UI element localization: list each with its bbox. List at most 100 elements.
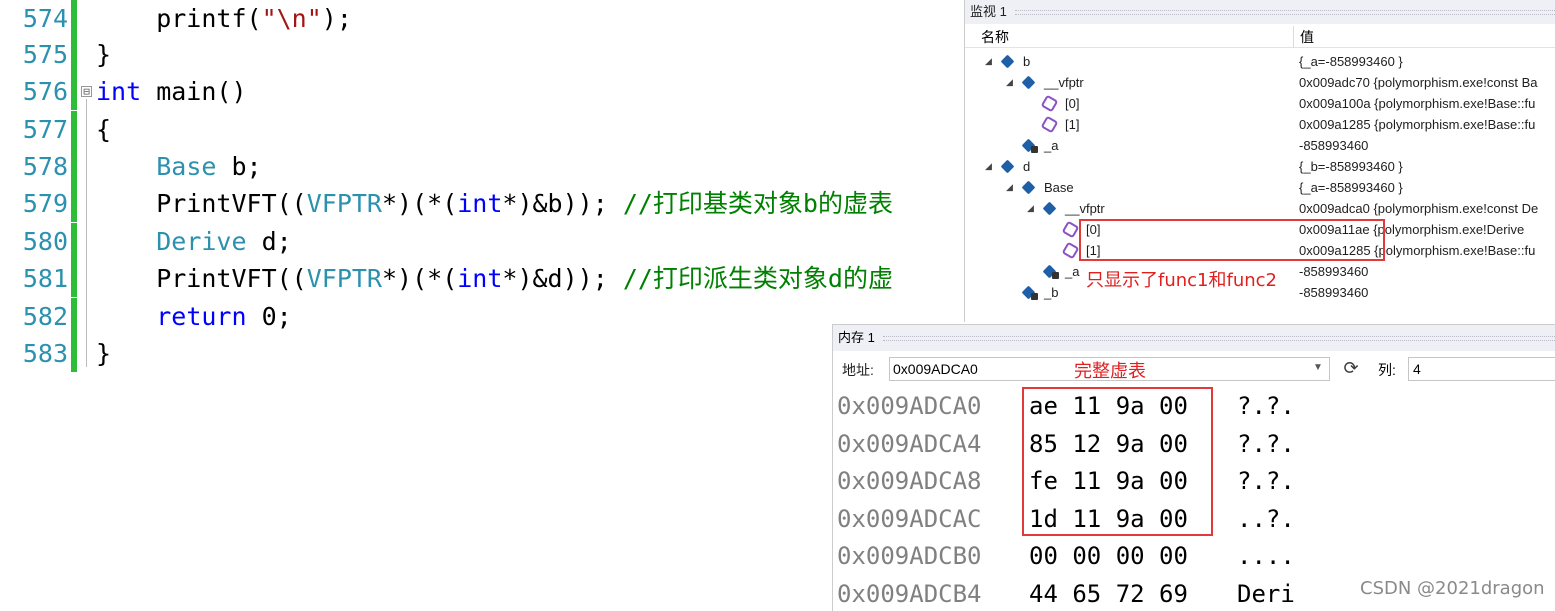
object-icon [1021,75,1036,90]
code-token: PrintVFT(( [96,189,307,218]
line-number: 576 [22,77,68,106]
code-token: PrintVFT(( [96,264,307,293]
memory-row[interactable]: 0x009ADCB0 00 00 00 00.... [833,538,1555,575]
code-token: int [96,77,142,106]
line-number: 578 [22,152,68,181]
change-marker [71,0,77,37]
lock-icon [1031,293,1038,300]
watch-row[interactable]: ◢ __vfptr 0x009adc70 {polymorphism.exe!con… [965,72,1555,93]
columns-input[interactable]: 4 [1408,357,1555,381]
watch-name: __vfptr [1065,201,1105,216]
watch-value[interactable]: -858993460 [1299,261,1555,282]
watch-value[interactable]: {_a=-858993460 } [1299,51,1555,72]
column-header-name[interactable]: 名称 [981,26,1009,48]
change-marker [71,298,77,335]
memory-address: 0x009ADCB4 [837,579,982,608]
watch-value[interactable]: 0x009a1285 {polymorphism.exe!Base::fu [1299,114,1555,135]
highlight-box-memory [1022,387,1213,536]
code-token: ); [321,4,352,33]
title-grip [882,335,1555,341]
memory-ascii: ?.?. [1237,429,1295,458]
column-header-value[interactable]: 值 [1300,26,1314,48]
expand-toggle-icon[interactable]: ◢ [1006,72,1013,93]
code-token: printf( [96,4,262,33]
expand-toggle-icon[interactable]: ◢ [985,156,992,177]
watch-value[interactable]: -858993460 [1299,135,1555,156]
memory-ascii: ?.?. [1237,392,1295,420]
code-token: 0; [246,302,292,331]
watch-name: d [1023,159,1031,174]
watch-name: _a [1044,138,1059,153]
code-token: int [457,264,503,293]
change-marker [71,148,77,185]
code-text[interactable]: } [96,335,111,372]
expand-toggle-icon[interactable]: ◢ [1006,177,1013,198]
watch-row[interactable]: [0] 0x009a100a {polymorphism.exe!Base::fu [965,93,1555,114]
code-token: return [156,302,247,331]
memory-title-bar[interactable]: 内存 1 [833,325,1555,351]
watch-row[interactable]: _a -858993460 [965,135,1555,156]
code-text[interactable]: printf("\n"); [96,0,352,37]
watch-row[interactable]: ◢ Base {_a=-858993460 } [965,177,1555,198]
expand-toggle-icon[interactable]: ◢ [1027,198,1034,219]
column-separator[interactable] [1293,26,1294,48]
expand-toggle-icon[interactable]: ◢ [985,51,992,72]
code-token: Derive [156,227,247,256]
watch-row[interactable]: [1] 0x009a1285 {polymorphism.exe!Base::fu [965,114,1555,135]
refresh-icon[interactable]: ⟳ [1341,358,1361,378]
memory-bytes: 44 65 72 69 [1029,579,1188,608]
change-marker [71,73,77,110]
code-text[interactable]: return 0; [96,298,292,335]
code-token: VFPTR [306,189,382,218]
code-text[interactable]: { [96,111,111,148]
code-token: VFPTR [306,264,382,293]
line-number: 579 [22,189,68,218]
code-token: *)&d)); [502,264,623,293]
watch-value[interactable]: {_a=-858993460 } [1299,177,1555,198]
watch-row[interactable]: ◢ d {_b=-858993460 } [965,156,1555,177]
lock-icon [1052,272,1059,279]
watch-name: Base [1044,180,1074,195]
code-text[interactable]: Derive d; [96,223,292,260]
watch-name: _b [1044,285,1059,300]
watch-row[interactable]: ◢ b {_a=-858993460 } [965,51,1555,72]
method-icon [1040,94,1059,113]
code-text[interactable]: PrintVFT((VFPTR*)(*(int*)&d)); //打印派生类对象… [96,260,893,297]
code-token: { [96,115,112,144]
watch-value[interactable]: 0x009a100a {polymorphism.exe!Base::fu [1299,93,1555,114]
watch-value[interactable]: 0x009adc70 {polymorphism.exe!const Ba [1299,72,1555,93]
chevron-down-icon[interactable]: ▼ [1313,362,1323,373]
code-text[interactable]: int main() [96,73,247,110]
object-icon [1000,54,1015,69]
watch-title: 监视 1 [970,4,1007,19]
object-icon [1021,180,1036,195]
code-token: "\n" [261,4,322,33]
code-text[interactable]: Base b; [96,148,262,185]
object-icon [1000,159,1015,174]
watch-name: [0] [1065,96,1080,111]
change-marker [71,335,77,372]
code-token: int [457,189,503,218]
watch-value[interactable]: 0x009adca0 {polymorphism.exe!const De [1299,198,1555,219]
memory-ascii: .... [1237,542,1295,570]
memory-address: 0x009ADCA4 [837,429,982,458]
memory-address: 0x009ADCA8 [837,467,982,495]
watch-row[interactable]: ◢ __vfptr 0x009adca0 {polymorphism.exe!con… [965,198,1555,219]
line-number: 582 [22,302,68,331]
fold-toggle-icon[interactable]: ⊟ [81,86,92,97]
watch-title-bar[interactable]: 监视 1 [965,0,1555,24]
memory-ascii: ..?. [1237,504,1295,533]
watch-value[interactable]: -858993460 [1299,282,1555,303]
code-text[interactable]: PrintVFT((VFPTR*)(*(int*)&b)); //打印基类对象b… [96,185,893,222]
code-token: //打印基类对象b的虚表 [622,189,893,218]
code-token: b; [216,152,262,181]
memory-address: 0x009ADCAC [837,504,982,533]
watch-value[interactable]: {_b=-858993460 } [1299,156,1555,177]
watch-name: _a [1065,264,1080,279]
code-token: d; [246,227,292,256]
code-token: } [96,339,112,368]
code-text[interactable]: } [96,36,111,73]
watch-name: __vfptr [1044,75,1084,90]
lock-icon [1031,146,1038,153]
